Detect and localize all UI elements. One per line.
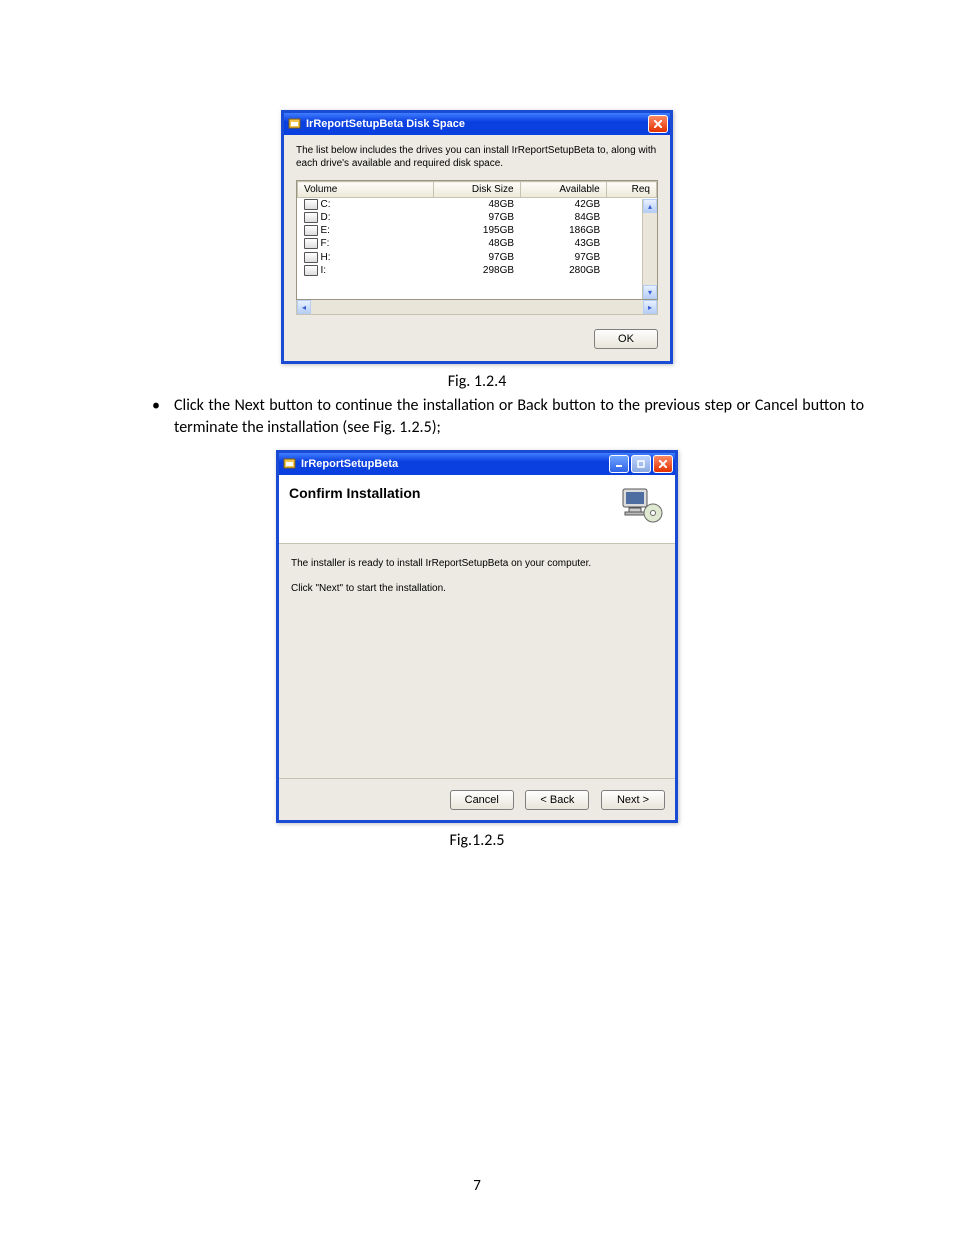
drive-icon — [304, 199, 318, 210]
cell-available: 186GB — [520, 224, 606, 237]
table-row[interactable]: H:97GB97GB — [298, 251, 657, 264]
cell-disk-size: 195GB — [434, 224, 520, 237]
drive-icon — [304, 225, 318, 236]
instruction-line: Click the Next button to continue the in… — [174, 395, 864, 440]
dialog-confirm-installation: IrReportSetupBeta Confirm Installation — [276, 450, 678, 823]
cell-volume: D: — [298, 211, 434, 224]
instruction-text: • Click the Next button to continue the … — [90, 395, 864, 440]
installer-icon — [288, 117, 302, 131]
minimize-icon[interactable] — [609, 455, 629, 473]
cell-disk-size: 97GB — [434, 211, 520, 224]
computer-disc-icon — [617, 485, 665, 525]
dialog-header: Confirm Installation — [279, 475, 675, 544]
drive-icon — [304, 252, 318, 263]
cell-available: 280GB — [520, 264, 606, 277]
scroll-right-icon[interactable]: ▸ — [643, 300, 657, 314]
table-row[interactable]: D:97GB84GB1 — [298, 211, 657, 224]
cell-volume: H: — [298, 251, 434, 264]
horizontal-scrollbar[interactable]: ◂ ▸ — [296, 300, 658, 315]
drive-icon — [304, 265, 318, 276]
cell-disk-size: 97GB — [434, 251, 520, 264]
figure-caption-2: Fig.1.2.5 — [90, 831, 864, 850]
cell-volume: I: — [298, 264, 434, 277]
dialog-description: The list below includes the drives you c… — [296, 145, 658, 170]
document-page: IrReportSetupBeta Disk Space The list be… — [0, 0, 954, 850]
cell-disk-size: 48GB — [434, 198, 520, 212]
dialog-button-row: Cancel < Back Next > — [279, 778, 675, 820]
ok-button[interactable]: OK — [594, 329, 658, 349]
cell-volume: C: — [298, 198, 434, 212]
drive-icon — [304, 212, 318, 223]
cell-disk-size: 298GB — [434, 264, 520, 277]
close-icon[interactable] — [653, 455, 673, 473]
drive-list: Volume Disk Size Available Req C:48GB42G… — [296, 180, 658, 300]
titlebar: IrReportSetupBeta — [279, 453, 675, 475]
dialog-body: The installer is ready to install IrRepo… — [279, 544, 675, 778]
back-button[interactable]: < Back — [525, 790, 589, 810]
dialog-title: IrReportSetupBeta — [301, 458, 607, 470]
page-number: 7 — [0, 1177, 954, 1195]
drive-icon — [304, 238, 318, 249]
figure-caption-1: Fig. 1.2.4 — [90, 372, 864, 391]
table-row[interactable]: C:48GB42GB — [298, 198, 657, 212]
installer-icon — [283, 457, 297, 471]
confirm-line-2: Click "Next" to start the installation. — [291, 583, 663, 594]
close-icon[interactable] — [648, 115, 668, 133]
col-available[interactable]: Available — [520, 182, 606, 198]
vertical-scrollbar[interactable]: ▴ ▾ — [642, 199, 657, 299]
table-row[interactable]: E:195GB186GB — [298, 224, 657, 237]
next-button[interactable]: Next > — [601, 790, 665, 810]
dialog-heading: Confirm Installation — [289, 485, 617, 501]
titlebar: IrReportSetupBeta Disk Space — [284, 113, 670, 135]
cell-available: 42GB — [520, 198, 606, 212]
table-row[interactable]: F:48GB43GB — [298, 237, 657, 250]
dialog-title: IrReportSetupBeta Disk Space — [306, 118, 646, 130]
dialog-disk-space: IrReportSetupBeta Disk Space The list be… — [281, 110, 673, 364]
cell-disk-size: 48GB — [434, 237, 520, 250]
cell-available: 84GB — [520, 211, 606, 224]
cell-volume: E: — [298, 224, 434, 237]
table-header-row: Volume Disk Size Available Req — [298, 182, 657, 198]
drive-table: Volume Disk Size Available Req C:48GB42G… — [297, 181, 657, 277]
cancel-button[interactable]: Cancel — [450, 790, 514, 810]
maximize-icon — [631, 455, 651, 473]
scroll-left-icon[interactable]: ◂ — [297, 300, 311, 314]
confirm-line-1: The installer is ready to install IrRepo… — [291, 558, 663, 569]
cell-available: 43GB — [520, 237, 606, 250]
scroll-down-icon[interactable]: ▾ — [643, 285, 657, 299]
col-volume[interactable]: Volume — [298, 182, 434, 198]
col-disk-size[interactable]: Disk Size — [434, 182, 520, 198]
cell-available: 97GB — [520, 251, 606, 264]
bullet-icon: • — [152, 395, 174, 440]
col-required[interactable]: Req — [606, 182, 656, 198]
table-row[interactable]: I:298GB280GB — [298, 264, 657, 277]
cell-volume: F: — [298, 237, 434, 250]
scroll-up-icon[interactable]: ▴ — [643, 199, 657, 213]
